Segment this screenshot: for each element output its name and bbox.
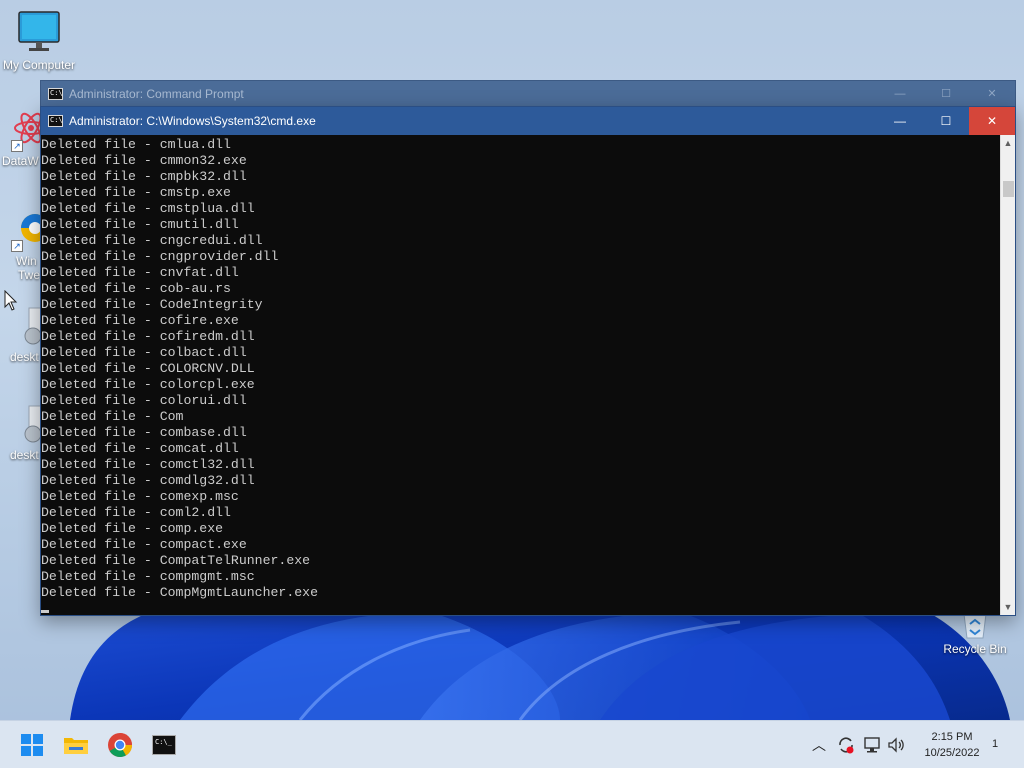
windows-start-icon — [21, 734, 43, 756]
desktop-icon-label: My Computer — [2, 58, 76, 72]
console-line: Deleted file - comexp.msc — [41, 489, 239, 504]
window-titlebar[interactable]: C:\ Administrator: C:\Windows\System32\c… — [41, 107, 1015, 135]
console-line: Deleted file - cngprovider.dll — [41, 249, 279, 264]
console-line: Deleted file - cnvfat.dll — [41, 265, 239, 280]
vertical-scrollbar[interactable]: ▲ ▼ — [1000, 135, 1015, 615]
scroll-down-arrow-icon[interactable]: ▼ — [1001, 599, 1015, 615]
console-line: Deleted file - CompatTelRunner.exe — [41, 553, 311, 568]
network-icon[interactable] — [862, 735, 882, 768]
file-explorer-button[interactable] — [60, 729, 92, 761]
file-explorer-icon — [64, 738, 88, 754]
console-line: Deleted file - compmgmt.msc — [41, 569, 255, 584]
console-line: Deleted file - cmstp.exe — [41, 185, 231, 200]
mouse-pointer-icon — [4, 289, 18, 317]
console-line: Deleted file - CodeIntegrity — [41, 297, 263, 312]
command-prompt-icon: C:\_ — [152, 735, 176, 755]
console-line: Deleted file - comcat.dll — [41, 441, 239, 456]
window-title: Administrator: C:\Windows\System32\cmd.e… — [69, 114, 316, 128]
taskbar: C:\_ ︿ 2:15 PM 10/25/2022 1 — [0, 720, 1024, 768]
desktop-icon-recycle-bin[interactable]: Recycle Bin — [936, 612, 1014, 656]
console-line: Deleted file - cmlua.dll — [41, 137, 231, 152]
console-output[interactable]: Deleted file - cmlua.dll Deleted file - c… — [41, 135, 1001, 615]
clock-time: 2:15 PM — [931, 731, 973, 743]
minimize-button[interactable]: — — [877, 107, 923, 135]
maximize-button[interactable]: ☐ — [923, 81, 969, 107]
show-hidden-icons-chevron[interactable]: ︿ — [812, 735, 826, 768]
text-cursor — [41, 610, 49, 613]
console-line: Deleted file - cofiredm.dll — [41, 329, 255, 344]
close-button[interactable]: ✕ — [969, 107, 1015, 135]
minimize-button[interactable]: — — [877, 81, 923, 107]
shortcut-arrow-icon: ↗ — [11, 240, 23, 252]
clock-date: 10/25/2022 — [924, 747, 980, 759]
console-line: Deleted file - cmmon32.exe — [41, 153, 247, 168]
console-line: Deleted file - Com — [41, 409, 184, 424]
maximize-button[interactable]: ☐ — [923, 107, 969, 135]
console-line: Deleted file - combase.dll — [41, 425, 247, 440]
console-line: Deleted file - COLORCNV.DLL — [41, 361, 255, 376]
monitor-icon — [17, 10, 61, 56]
console-line: Deleted file - compact.exe — [41, 537, 247, 552]
window-title: Administrator: Command Prompt — [69, 87, 244, 101]
console-line: Deleted file - comdlg32.dll — [41, 473, 255, 488]
command-prompt-window-inactive[interactable]: C:\ Administrator: Command Prompt — ☐ ✕ — [40, 80, 1016, 108]
console-line: Deleted file - cofire.exe — [41, 313, 239, 328]
console-line: Deleted file - colorui.dll — [41, 393, 247, 408]
console-line: Deleted file - comp.exe — [41, 521, 224, 536]
console-line: Deleted file - comctl32.dll — [41, 457, 255, 472]
command-prompt-icon: C:\ — [48, 88, 63, 100]
command-prompt-window[interactable]: C:\ Administrator: C:\Windows\System32\c… — [40, 106, 1016, 616]
command-prompt-icon: C:\ — [48, 115, 63, 127]
chrome-icon — [108, 733, 132, 758]
console-line: Deleted file - cmstplua.dll — [41, 201, 255, 216]
cmd-icon-text: C:\_ — [155, 738, 172, 746]
shortcut-arrow-icon: ↗ — [11, 140, 23, 152]
console-line: Deleted file - cmutil.dll — [41, 217, 239, 232]
volume-icon[interactable] — [886, 735, 906, 768]
command-prompt-taskbar-button[interactable]: C:\_ — [148, 729, 180, 761]
scroll-up-arrow-icon[interactable]: ▲ — [1001, 135, 1015, 151]
recycle-bin-icon — [958, 612, 992, 640]
desktop-icon-label: Recycle Bin — [943, 642, 1007, 656]
console-line: Deleted file - cob-au.rs — [41, 281, 231, 296]
sync-alert-icon[interactable] — [836, 735, 856, 768]
scrollbar-thumb[interactable] — [1003, 181, 1014, 197]
console-line: Deleted file - colorcpl.exe — [41, 377, 255, 392]
system-clock[interactable]: 2:15 PM 10/25/2022 — [912, 729, 992, 761]
close-button[interactable]: ✕ — [969, 81, 1015, 107]
console-line: Deleted file - CompMgmtLauncher.exe — [41, 585, 318, 600]
chrome-button[interactable] — [104, 729, 136, 761]
console-line: Deleted file - cngcredui.dll — [41, 233, 263, 248]
start-button[interactable] — [16, 729, 48, 761]
console-line: Deleted file - cmpbk32.dll — [41, 169, 247, 184]
notification-count-badge[interactable]: 1 — [992, 738, 998, 768]
desktop-icon-my-computer[interactable]: My Computer — [0, 10, 78, 72]
console-line: Deleted file - colbact.dll — [41, 345, 247, 360]
console-line: Deleted file - coml2.dll — [41, 505, 231, 520]
